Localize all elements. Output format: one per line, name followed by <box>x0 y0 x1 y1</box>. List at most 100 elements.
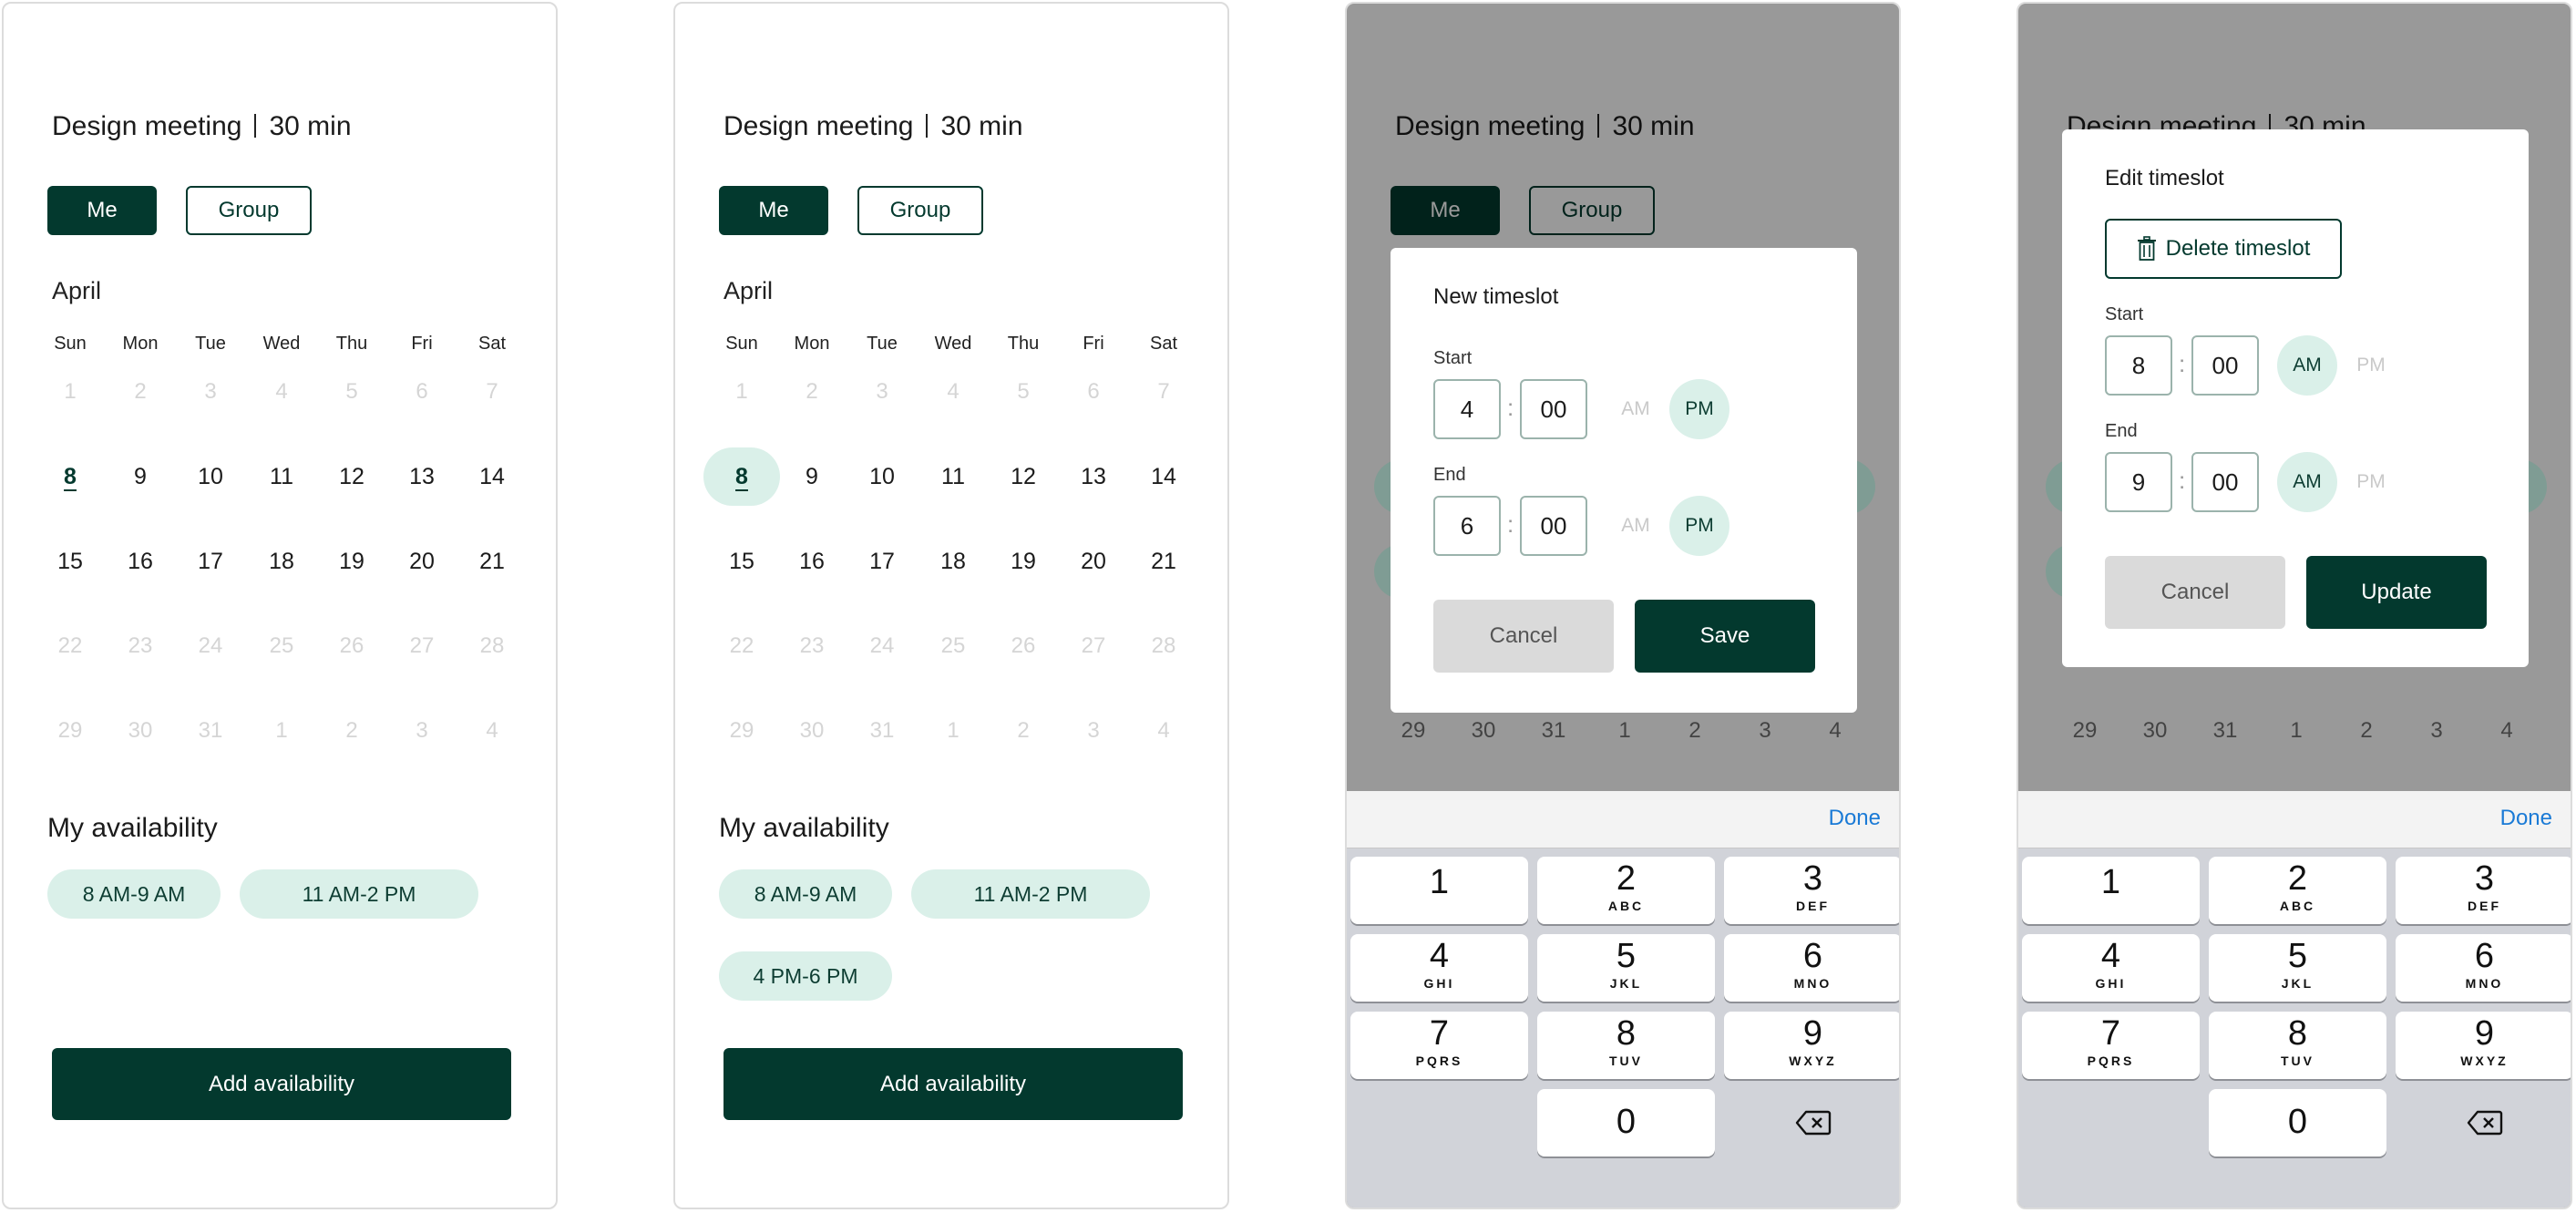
update-button[interactable]: Update <box>2306 556 2487 629</box>
calendar-day[interactable]: 22 <box>710 633 774 659</box>
calendar-day[interactable]: 13 <box>1062 464 1125 490</box>
calendar-day[interactable]: 15 <box>710 549 774 575</box>
calendar-day[interactable]: 30 <box>108 718 172 744</box>
cancel-button[interactable]: Cancel <box>1433 600 1614 673</box>
calendar-day[interactable]: 6 <box>390 379 454 405</box>
calendar-day[interactable]: 1 <box>250 718 313 744</box>
end-pm-toggle[interactable]: PM <box>1669 496 1729 556</box>
calendar-day[interactable]: 18 <box>921 549 985 575</box>
calendar-day[interactable]: 31 <box>179 718 242 744</box>
calendar-day[interactable]: 29 <box>710 718 774 744</box>
me-toggle-button[interactable]: Me <box>47 186 157 235</box>
calendar-day[interactable]: 28 <box>1132 633 1196 659</box>
start-minute-input[interactable]: 00 <box>2191 335 2259 396</box>
availability-chip[interactable]: 8 AM-9 AM <box>47 869 221 919</box>
key-0[interactable]: 0 <box>2209 1089 2386 1156</box>
availability-chip[interactable]: 8 AM-9 AM <box>719 869 892 919</box>
calendar-day[interactable]: 23 <box>108 633 172 659</box>
calendar-day[interactable]: 3 <box>179 379 242 405</box>
end-am-toggle[interactable]: AM <box>2277 452 2337 512</box>
done-button[interactable]: Done <box>1829 806 1881 831</box>
calendar-day[interactable]: 24 <box>179 633 242 659</box>
calendar-day[interactable]: 20 <box>390 549 454 575</box>
calendar-day[interactable]: 21 <box>460 549 524 575</box>
calendar-day[interactable]: 26 <box>320 633 384 659</box>
calendar-day[interactable]: 21 <box>1132 549 1196 575</box>
done-button[interactable]: Done <box>2500 806 2552 831</box>
calendar-day[interactable]: 11 <box>921 464 985 490</box>
availability-chip[interactable]: 4 PM-6 PM <box>719 951 892 1001</box>
calendar-day[interactable]: 24 <box>850 633 914 659</box>
calendar-day[interactable]: 26 <box>991 633 1055 659</box>
calendar-day[interactable]: 5 <box>320 379 384 405</box>
calendar-day[interactable]: 1 <box>710 379 774 405</box>
key-9[interactable]: 9 WXYZ <box>2396 1012 2571 1079</box>
add-availability-button[interactable]: Add availability <box>52 1048 511 1120</box>
key-6[interactable]: 6 MNO <box>2396 934 2571 1002</box>
end-hour-input[interactable]: 9 <box>2105 452 2172 512</box>
calendar-day[interactable]: 7 <box>1132 379 1196 405</box>
end-am-toggle[interactable]: AM <box>1606 496 1666 556</box>
calendar-day[interactable]: 4 <box>460 718 524 744</box>
calendar-day[interactable]: 6 <box>1062 379 1125 405</box>
calendar-day[interactable]: 4 <box>921 379 985 405</box>
calendar-day[interactable]: 20 <box>1062 549 1125 575</box>
backspace-key[interactable] <box>1724 1089 1899 1156</box>
key-7[interactable]: 7 PQRS <box>1350 1012 1528 1079</box>
key-1[interactable]: 1 <box>1350 857 1528 924</box>
calendar-day-today[interactable]: 8 <box>38 464 102 490</box>
calendar-day[interactable]: 27 <box>1062 633 1125 659</box>
start-hour-input[interactable]: 4 <box>1433 379 1501 439</box>
cancel-button[interactable]: Cancel <box>2105 556 2285 629</box>
calendar-day[interactable]: 12 <box>991 464 1055 490</box>
start-am-toggle[interactable]: AM <box>1606 379 1666 439</box>
start-am-toggle[interactable]: AM <box>2277 335 2337 396</box>
calendar-day[interactable]: 4 <box>1132 718 1196 744</box>
key-9[interactable]: 9 WXYZ <box>1724 1012 1899 1079</box>
key-4[interactable]: 4 GHI <box>2022 934 2200 1002</box>
group-toggle-button[interactable]: Group <box>857 186 983 235</box>
calendar-day[interactable]: 3 <box>850 379 914 405</box>
calendar-day[interactable]: 23 <box>780 633 844 659</box>
calendar-day[interactable]: 19 <box>991 549 1055 575</box>
calendar-day[interactable]: 25 <box>921 633 985 659</box>
calendar-day[interactable]: 11 <box>250 464 313 490</box>
start-hour-input[interactable]: 8 <box>2105 335 2172 396</box>
calendar-day[interactable]: 15 <box>38 549 102 575</box>
key-6[interactable]: 6 MNO <box>1724 934 1899 1002</box>
calendar-day[interactable]: 3 <box>390 718 454 744</box>
calendar-day[interactable]: 7 <box>460 379 524 405</box>
calendar-day[interactable]: 5 <box>991 379 1055 405</box>
key-7[interactable]: 7 PQRS <box>2022 1012 2200 1079</box>
calendar-day[interactable]: 19 <box>320 549 384 575</box>
calendar-day[interactable]: 9 <box>780 464 844 490</box>
start-minute-input[interactable]: 00 <box>1520 379 1587 439</box>
calendar-day[interactable]: 1 <box>921 718 985 744</box>
delete-timeslot-button[interactable]: Delete timeslot <box>2105 219 2342 279</box>
calendar-day[interactable]: 4 <box>250 379 313 405</box>
calendar-day[interactable]: 30 <box>780 718 844 744</box>
calendar-day[interactable]: 14 <box>460 464 524 490</box>
calendar-day[interactable]: 28 <box>460 633 524 659</box>
calendar-day[interactable]: 13 <box>390 464 454 490</box>
calendar-day[interactable]: 27 <box>390 633 454 659</box>
start-pm-toggle[interactable]: PM <box>2341 335 2401 396</box>
calendar-day[interactable]: 2 <box>780 379 844 405</box>
save-button[interactable]: Save <box>1635 600 1815 673</box>
key-8[interactable]: 8 TUV <box>1537 1012 1715 1079</box>
key-5[interactable]: 5 JKL <box>1537 934 1715 1002</box>
key-2[interactable]: 2 ABC <box>2209 857 2386 924</box>
start-pm-toggle[interactable]: PM <box>1669 379 1729 439</box>
calendar-day[interactable]: 16 <box>108 549 172 575</box>
calendar-day[interactable]: 2 <box>320 718 384 744</box>
end-pm-toggle[interactable]: PM <box>2341 452 2401 512</box>
calendar-day[interactable]: 2 <box>991 718 1055 744</box>
me-toggle-button[interactable]: Me <box>719 186 828 235</box>
key-2[interactable]: 2 ABC <box>1537 857 1715 924</box>
key-0[interactable]: 0 <box>1537 1089 1715 1156</box>
availability-chip[interactable]: 11 AM-2 PM <box>240 869 478 919</box>
add-availability-button[interactable]: Add availability <box>724 1048 1183 1120</box>
key-8[interactable]: 8 TUV <box>2209 1012 2386 1079</box>
key-1[interactable]: 1 <box>2022 857 2200 924</box>
group-toggle-button[interactable]: Group <box>186 186 312 235</box>
